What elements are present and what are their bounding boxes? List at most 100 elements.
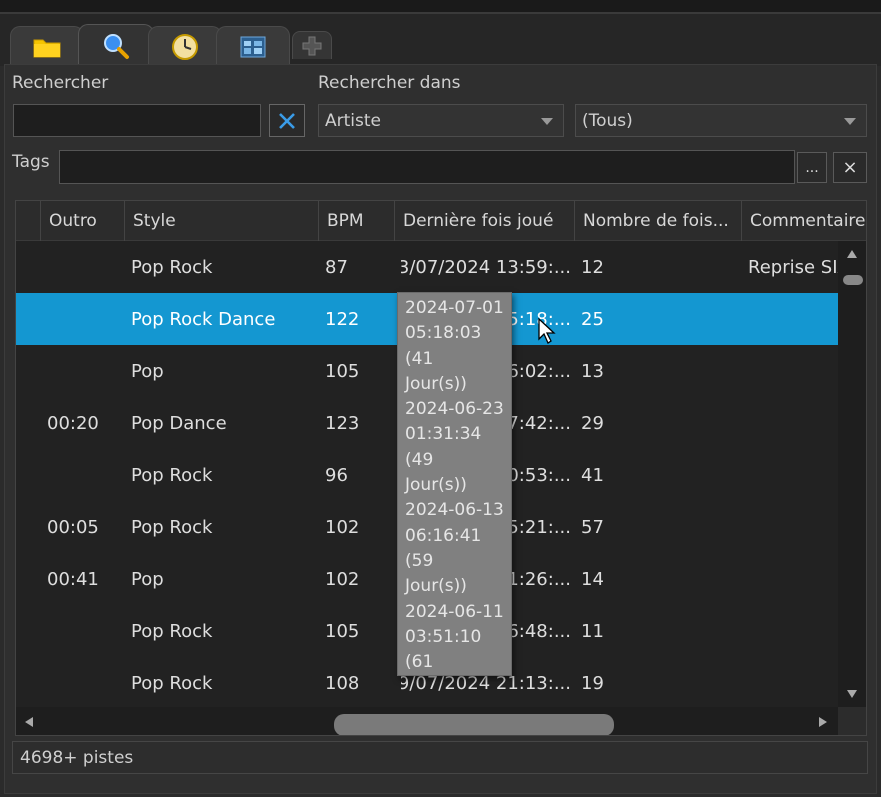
comment-cell <box>748 397 838 449</box>
clear-search-button[interactable] <box>269 104 305 137</box>
play-count-cell: 29 <box>581 412 604 434</box>
track-count: 4698+ pistes <box>20 747 134 768</box>
chevron-down-icon <box>844 117 856 125</box>
comment-cell <box>748 605 838 657</box>
tooltip-line: 03:51:10 (61 <box>405 626 482 673</box>
style-cell: Pop Rock <box>131 620 213 642</box>
column-header-last-played[interactable]: Dernière fois joué <box>395 201 575 241</box>
outro-cell: 00:41 <box>47 568 99 590</box>
comment-cell <box>748 657 838 709</box>
outro-cell <box>47 241 127 293</box>
chevron-down-icon <box>541 117 553 125</box>
tags-more-button[interactable]: ... <box>797 152 827 183</box>
outro-cell <box>47 345 127 397</box>
scope-value: (Tous) <box>582 110 633 131</box>
outro-cell: 00:05 <box>47 516 99 538</box>
tags-label: Tags <box>12 152 50 172</box>
comment-cell <box>748 345 838 397</box>
scroll-right-icon <box>819 717 827 727</box>
scroll-down-icon <box>847 690 857 698</box>
tab-search[interactable] <box>78 24 154 66</box>
play-count-cell: 19 <box>581 672 604 694</box>
vertical-scroll-thumb[interactable] <box>843 275 863 285</box>
outro-cell: 00:20 <box>47 412 99 434</box>
tooltip-line: Jour(s)) <box>405 373 467 394</box>
column-header-style[interactable]: Style <box>125 201 319 241</box>
bpm-cell: 102 <box>325 516 360 538</box>
outro-cell <box>47 293 127 345</box>
tab-grid[interactable] <box>216 26 290 66</box>
last-played-tooltip: 2024-07-01 05:18:03 (41 Jour(s)) 2024-06-23… <box>397 292 512 676</box>
play-count-cell: 13 <box>581 360 604 382</box>
bpm-cell: 102 <box>325 568 360 590</box>
vertical-scrollbar[interactable] <box>838 241 866 707</box>
scope-select[interactable]: (Tous) <box>575 104 867 137</box>
table-row[interactable]: Pop Rock 87 23/07/2024 13:59:... 12 Reprise … <box>16 241 838 293</box>
column-header-outro[interactable]: Outro <box>41 201 125 241</box>
style-cell: Pop Rock Dance <box>131 308 276 330</box>
tooltip-line: Jour(s)) <box>405 576 467 597</box>
tab-bar <box>0 14 881 66</box>
style-cell: Pop Dance <box>131 412 227 434</box>
search-in-label: Rechercher dans <box>318 73 461 93</box>
bpm-cell: 105 <box>325 620 360 642</box>
tab-folder[interactable] <box>10 26 84 66</box>
last-played-cell: 23/07/2024 13:59:... <box>401 256 571 278</box>
horizontal-scroll-thumb[interactable] <box>334 714 614 735</box>
bpm-cell: 122 <box>325 308 360 330</box>
tooltip-line: 05:18:03 (41 <box>405 323 482 369</box>
bpm-cell: 87 <box>325 256 348 278</box>
scrollbar-corner <box>838 707 866 735</box>
tooltip-line: 06:16:41 (59 <box>405 525 482 571</box>
style-cell: Pop Rock <box>131 256 213 278</box>
column-header-play-count[interactable]: Nombre de fois... <box>575 201 742 241</box>
window-top-strip <box>0 0 881 14</box>
style-cell: Pop <box>131 360 164 382</box>
column-header-bpm[interactable]: BPM <box>319 201 395 241</box>
grid-icon <box>240 36 266 57</box>
play-count-cell: 11 <box>581 620 604 642</box>
comment-cell <box>748 449 838 501</box>
outro-cell <box>47 657 127 709</box>
style-cell: Pop <box>131 568 164 590</box>
style-cell: Pop Rock <box>131 672 213 694</box>
comment-cell <box>748 293 838 345</box>
style-cell: Pop Rock <box>131 516 213 538</box>
search-input[interactable] <box>13 104 261 137</box>
mouse-cursor-icon <box>538 318 556 344</box>
tooltip-line: 2024-06-23 <box>405 399 504 420</box>
search-icon <box>104 33 129 59</box>
folder-icon <box>33 39 61 57</box>
comment-cell <box>748 501 838 553</box>
table-header: Outro Style BPM Dernière fois joué Nombr… <box>16 201 866 241</box>
tooltip-line: 2024-06-11 <box>405 601 504 622</box>
close-icon <box>279 112 295 129</box>
play-count-cell: 57 <box>581 516 604 538</box>
tab-history[interactable] <box>148 26 222 66</box>
bpm-cell: 96 <box>325 464 348 486</box>
tooltip-line: 2024-07-01 <box>405 298 504 318</box>
bpm-cell: 105 <box>325 360 360 382</box>
outro-cell <box>47 449 127 501</box>
column-header-comment[interactable]: Commentaire <box>742 201 866 241</box>
bpm-cell: 123 <box>325 412 360 434</box>
scroll-up-icon <box>847 250 857 258</box>
bpm-cell: 108 <box>325 672 360 694</box>
tooltip-line: Jour(s)) <box>405 475 467 496</box>
play-count-cell: 41 <box>581 464 604 486</box>
play-count-cell: 14 <box>581 568 604 590</box>
search-field-select[interactable]: Artiste <box>318 104 564 137</box>
outro-cell <box>47 605 127 657</box>
tags-clear-button[interactable]: × <box>833 152 867 183</box>
plus-icon <box>302 36 322 55</box>
column-header-hidden[interactable] <box>16 201 41 241</box>
horizontal-scrollbar[interactable] <box>16 707 838 735</box>
tags-input[interactable] <box>59 150 795 184</box>
comment-cell <box>748 553 838 605</box>
scroll-left-icon <box>25 717 33 727</box>
play-count-cell: 25 <box>581 308 604 330</box>
tab-add[interactable] <box>292 31 332 59</box>
search-field-value: Artiste <box>325 110 381 131</box>
tooltip-line: 01:31:34 (49 <box>405 424 482 470</box>
clock-icon <box>172 33 198 60</box>
